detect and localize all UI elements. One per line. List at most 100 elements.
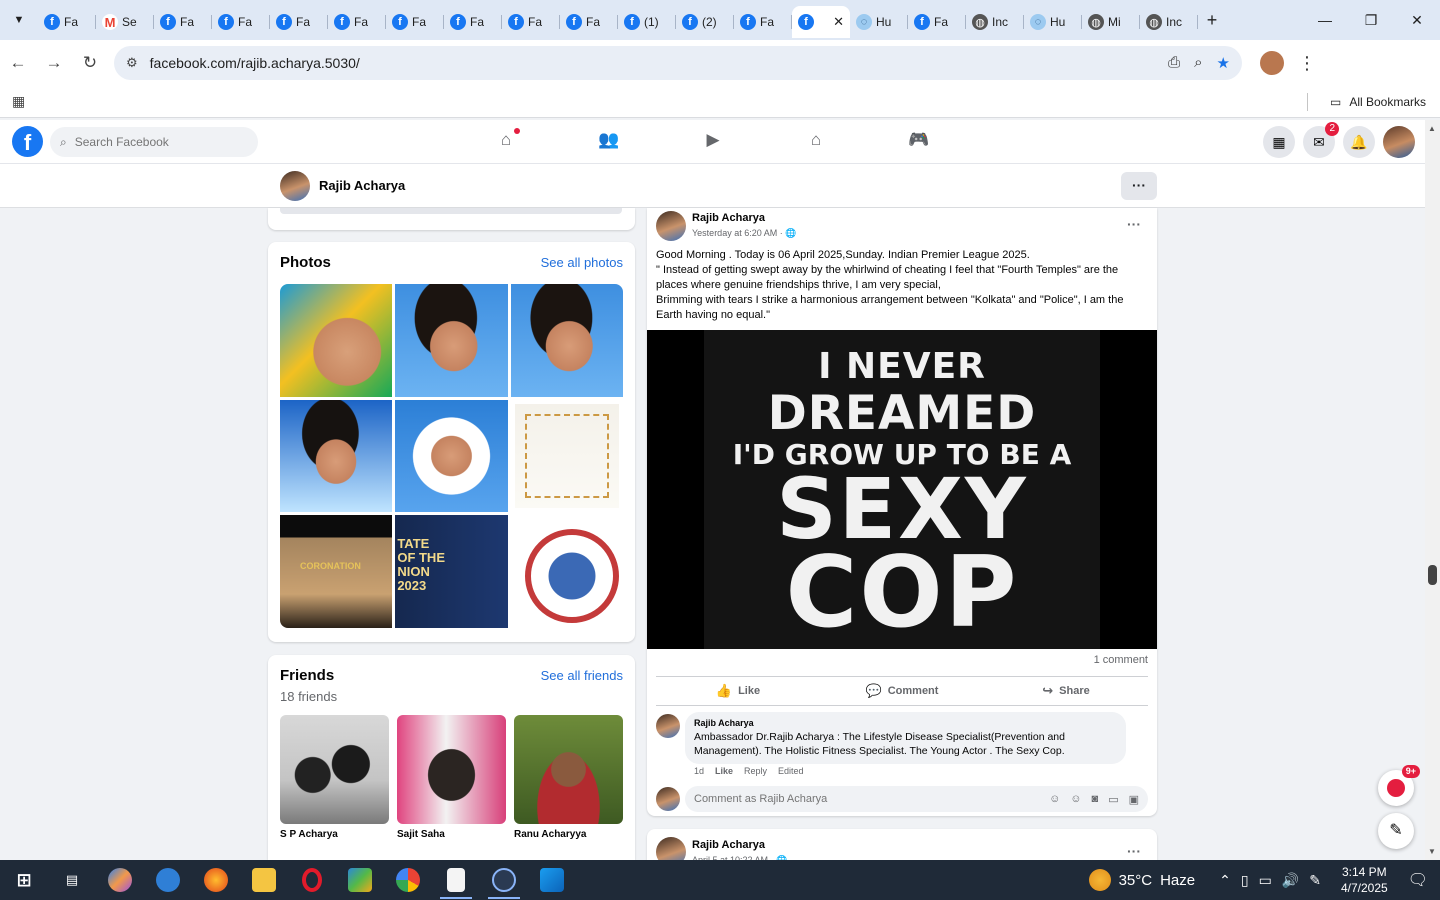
post-options-icon[interactable]: ··· <box>1127 216 1141 232</box>
browser-tab[interactable]: f Fa <box>38 6 96 38</box>
browser-tab[interactable]: ◌ Hu <box>850 6 908 38</box>
camera-icon[interactable]: ◙ <box>1092 793 1099 806</box>
browser-tab[interactable]: f Fa <box>386 6 444 38</box>
photo-thumbnail[interactable] <box>280 399 393 513</box>
browser-tab[interactable]: f Fa <box>502 6 560 38</box>
browser-tab[interactable]: ◍ Inc <box>1140 6 1198 38</box>
news-float-button[interactable]: 9+ <box>1378 765 1420 806</box>
browser-menu-icon[interactable]: ⋮ <box>1298 53 1316 74</box>
show-hidden-icons-icon[interactable]: ⌃ <box>1219 872 1231 889</box>
account-avatar[interactable] <box>1383 126 1415 158</box>
menu-grid-icon[interactable]: ▦ <box>1263 126 1295 158</box>
messenger-icon[interactable]: ✉ 2 <box>1303 122 1339 158</box>
post-options-icon[interactable]: ··· <box>1127 843 1141 859</box>
new-tab-button[interactable]: + <box>1198 10 1226 31</box>
browser-tab[interactable]: f Fa <box>328 6 386 38</box>
photo-thumbnail[interactable]: CORONATION <box>280 515 393 628</box>
taskbar-app[interactable] <box>432 860 480 900</box>
task-view-button[interactable]: ▤ <box>48 860 96 900</box>
profile-avatar[interactable] <box>280 171 310 201</box>
post-author-avatar[interactable] <box>656 211 686 241</box>
browser-tab[interactable]: f ✕ <box>792 6 850 38</box>
browser-tab[interactable]: f Fa <box>560 6 618 38</box>
browser-tab[interactable]: f (1) <box>618 6 676 38</box>
taskbar-app[interactable] <box>336 860 384 900</box>
comment-reply-button[interactable]: Reply <box>744 766 767 776</box>
share-button[interactable]: ↪ Share <box>984 677 1148 705</box>
install-app-icon[interactable]: ⎙ <box>1168 54 1180 72</box>
browser-profile-avatar[interactable] <box>1260 51 1284 75</box>
close-window-icon[interactable]: ✕ <box>1394 12 1440 29</box>
taskbar-app[interactable] <box>480 860 528 900</box>
address-bar[interactable]: ⚙ facebook.com/rajib.acharya.5030/ ⎙ ⌕ ★ <box>114 46 1242 80</box>
comment-time[interactable]: 1d <box>694 766 704 776</box>
friend-photo[interactable] <box>280 715 389 824</box>
browser-tab[interactable]: ◍ Mi <box>1082 6 1140 38</box>
minimize-icon[interactable]: — <box>1302 12 1348 29</box>
start-button[interactable]: ⊞ <box>0 860 48 900</box>
see-all-friends-link[interactable]: See all friends <box>541 668 623 683</box>
browser-tab[interactable]: f Fa <box>444 6 502 38</box>
photo-thumbnail[interactable]: TATE OF THE NION 2023 <box>395 515 508 628</box>
scroll-up-icon[interactable]: ▲ <box>1428 124 1436 133</box>
avatar-sticker-icon[interactable]: ☺ <box>1049 793 1060 806</box>
profile-name[interactable]: Rajib Acharya <box>319 178 405 193</box>
site-info-icon[interactable]: ⚙ <box>126 55 138 71</box>
browser-tab[interactable]: f Fa <box>270 6 328 38</box>
friend-photo[interactable] <box>397 715 506 824</box>
facebook-search-box[interactable]: ⌕ <box>50 127 258 157</box>
taskbar-app[interactable] <box>96 860 144 900</box>
comment-input[interactable] <box>694 793 1050 805</box>
new-message-button[interactable]: ✎ <box>1378 813 1414 849</box>
video-nav-icon[interactable]: ▶ <box>701 130 725 154</box>
weather-widget[interactable]: 35°C Haze <box>1088 869 1195 891</box>
friend-name[interactable]: S P Acharya <box>280 829 389 840</box>
sticker-icon[interactable]: ▣ <box>1129 793 1139 806</box>
friend-tile[interactable]: Ranu Acharyya <box>514 715 623 840</box>
emoji-icon[interactable]: ☺ <box>1070 793 1081 806</box>
restore-icon[interactable]: ❐ <box>1348 12 1394 29</box>
apps-grid-icon[interactable]: ▦ <box>12 93 25 110</box>
browser-tab[interactable]: f Fa <box>154 6 212 38</box>
friend-tile[interactable]: S P Acharya <box>280 715 389 840</box>
post-timestamp[interactable]: Yesterday at 6:20 AM · 🌐 <box>692 228 796 239</box>
browser-tab[interactable]: ◍ Inc <box>966 6 1024 38</box>
post-image[interactable]: I NEVER DREAMED I'D GROW UP TO BE A SEXY… <box>647 330 1157 650</box>
notification-center-icon[interactable]: 🗨 <box>1408 870 1428 890</box>
network-icon[interactable]: ▭ <box>1259 872 1272 889</box>
my-comment-avatar[interactable] <box>656 787 680 811</box>
comment-edited-label[interactable]: Edited <box>778 766 804 776</box>
photo-thumbnail[interactable] <box>395 284 508 397</box>
friends-nav-icon[interactable]: 👥 <box>597 130 621 154</box>
home-nav-icon[interactable]: ⌂ <box>494 128 520 154</box>
like-button[interactable]: 👍 Like <box>656 677 820 705</box>
taskbar-app[interactable] <box>240 860 288 900</box>
browser-tab[interactable]: M Se <box>96 6 154 38</box>
browser-tab[interactable]: ◌ Hu <box>1024 6 1082 38</box>
taskbar-app[interactable] <box>144 860 192 900</box>
page-scrollbar[interactable]: ▲ ▼ <box>1425 120 1440 860</box>
photo-thumbnail[interactable] <box>280 284 393 397</box>
browser-tab[interactable]: f Fa <box>734 6 792 38</box>
forward-button[interactable]: → <box>36 53 72 73</box>
taskbar-clock[interactable]: 3:14 PM 4/7/2025 <box>1341 864 1388 896</box>
back-button[interactable]: ← <box>0 53 36 73</box>
post-author-name[interactable]: Rajib Acharya <box>692 212 765 224</box>
comment-author[interactable]: Rajib Acharya <box>694 718 1117 728</box>
reload-button[interactable]: ↻ <box>72 53 108 73</box>
comment-button[interactable]: 💬 Comment <box>820 677 984 705</box>
comment-input-box[interactable]: ☺ ☺ ◙ ▭ ▣ <box>685 786 1148 812</box>
comment-count[interactable]: 1 comment <box>1094 654 1148 666</box>
post-author-name[interactable]: Rajib Acharya <box>692 839 765 851</box>
browser-tab[interactable]: f (2) <box>676 6 734 38</box>
facebook-search-input[interactable] <box>74 135 235 149</box>
volume-icon[interactable]: 🔊 <box>1282 872 1299 889</box>
browser-tab[interactable]: f Fa <box>908 6 966 38</box>
close-tab-icon[interactable]: ✕ <box>833 14 844 30</box>
profile-more-button[interactable]: ··· <box>1121 172 1157 200</box>
gaming-nav-icon[interactable]: 🎮 <box>907 130 931 154</box>
marketplace-nav-icon[interactable]: ⌂ <box>804 130 828 154</box>
photo-thumbnail[interactable] <box>510 399 623 513</box>
scrollbar-thumb[interactable] <box>1428 565 1437 585</box>
address-url[interactable]: facebook.com/rajib.acharya.5030/ <box>150 55 360 71</box>
